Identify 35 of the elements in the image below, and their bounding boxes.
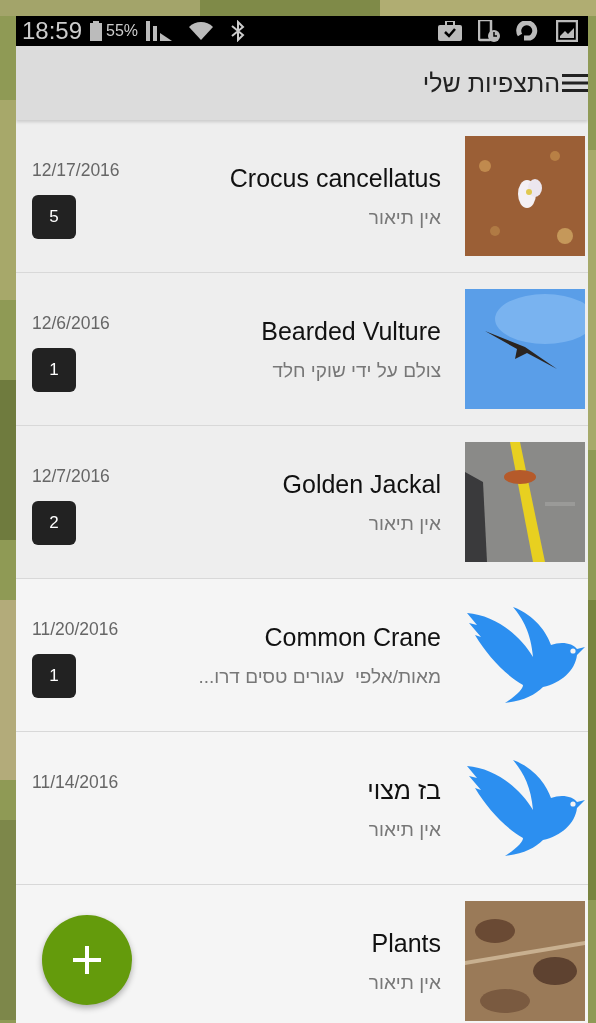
- observation-title: Bearded Vulture: [261, 316, 441, 346]
- observation-description: מאות/אלפי עגורים טסים דרו...: [198, 665, 441, 688]
- observation-description: אין תיאור: [368, 818, 441, 841]
- observation-date: 12/17/2016: [32, 160, 121, 181]
- phone-clock-icon: [478, 20, 500, 42]
- app-title: התצפיות שלי: [422, 68, 560, 98]
- observation-date: 11/14/2016: [32, 772, 120, 793]
- observation-description: אין תיאור: [368, 512, 441, 535]
- observation-title: Crocus cancellatus: [229, 163, 441, 193]
- bird-icon: [465, 605, 585, 705]
- signal-icon: [146, 21, 173, 41]
- observation-description: צולם על ידי שוקי חלד: [272, 359, 441, 382]
- menu-icon[interactable]: [562, 73, 588, 93]
- photo-count: 2: [32, 501, 76, 545]
- image-icon: [556, 20, 578, 42]
- photo-count: 1: [32, 654, 76, 698]
- observation-description: אין תיאור: [368, 971, 441, 994]
- observation-title: Golden Jackal: [282, 469, 441, 499]
- observation-title: בז מצוי: [367, 775, 441, 805]
- observation-date: 12/7/2016: [32, 466, 111, 487]
- observation-date: 12/6/2016: [32, 313, 111, 334]
- observation-title: Common Crane: [264, 622, 441, 652]
- observation-title: Plants: [371, 928, 441, 958]
- status-time: 18:59: [22, 17, 83, 45]
- observation-date: 11/20/2016: [32, 619, 120, 640]
- plus-icon: [73, 946, 101, 974]
- observation-description: אין תיאור: [368, 206, 441, 229]
- photo-count: 5: [32, 195, 76, 239]
- photo-count: 1: [32, 348, 76, 392]
- battery-percent: 55%: [106, 22, 139, 40]
- bird-icon: [465, 758, 585, 858]
- battery-icon: [90, 21, 103, 41]
- bluetooth-icon: [230, 20, 247, 42]
- briefcase-check-icon: [438, 21, 462, 41]
- wifi-icon: [188, 20, 215, 42]
